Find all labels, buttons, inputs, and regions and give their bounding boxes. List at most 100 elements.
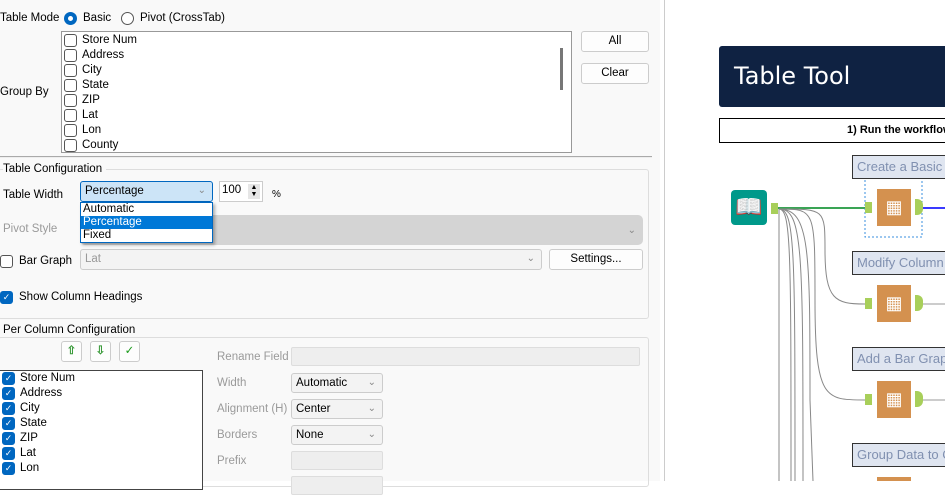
- prefix-input[interactable]: [291, 451, 383, 470]
- table-configuration-title: Table Configuration: [3, 163, 107, 175]
- group-by-label: Group By: [0, 86, 49, 98]
- field-checkbox[interactable]: [64, 94, 77, 107]
- field-checkbox[interactable]: [64, 64, 77, 77]
- field-label: Lon: [82, 124, 102, 136]
- option-fixed[interactable]: Fixed: [81, 229, 212, 242]
- field-checkbox[interactable]: ✓: [2, 462, 15, 475]
- group-by-field[interactable]: Store Num: [62, 33, 571, 48]
- column-field[interactable]: ✓ State: [0, 416, 202, 431]
- column-width-value: Automatic: [296, 377, 348, 389]
- clear-button[interactable]: Clear: [581, 63, 649, 84]
- table-width-value: Percentage: [85, 185, 144, 197]
- comment-modify-column[interactable]: Modify Column: [852, 251, 945, 275]
- chevron-down-icon: ⌄: [526, 253, 535, 264]
- bar-graph-field-select[interactable]: Lat ⌄: [80, 249, 542, 270]
- workflow-canvas[interactable]: Table Tool 1) Run the workflow Create a …: [664, 0, 945, 481]
- alignment-value: Center: [296, 403, 331, 415]
- borders-label: Borders: [217, 429, 258, 441]
- column-field[interactable]: ✓ City: [0, 401, 202, 416]
- column-field[interactable]: ✓ ZIP: [0, 431, 202, 446]
- field-checkbox[interactable]: [64, 49, 77, 62]
- output-anchor[interactable]: [771, 203, 778, 214]
- field-checkbox[interactable]: ✓: [2, 447, 15, 460]
- splitter[interactable]: [0, 156, 652, 158]
- output-anchor[interactable]: [915, 295, 923, 311]
- move-down-button[interactable]: ⇩: [90, 341, 111, 362]
- group-by-scrollbar[interactable]: [560, 48, 563, 90]
- comment-add-bar-graph[interactable]: Add a Bar Grap: [852, 347, 945, 371]
- spinner-arrows-icon[interactable]: ▲ ▼: [248, 184, 260, 199]
- comment-create-basic-table[interactable]: Create a Basic T: [852, 155, 945, 179]
- table-tool-icon[interactable]: ▦: [877, 189, 911, 226]
- percent-sign: %: [272, 189, 281, 200]
- settings-button[interactable]: Settings...: [549, 249, 643, 270]
- column-field[interactable]: ✓ Store Num: [0, 371, 202, 386]
- group-by-field[interactable]: City: [62, 63, 571, 78]
- table-width-select[interactable]: Percentage ⌄: [80, 181, 213, 202]
- check-all-button[interactable]: ✓: [119, 341, 140, 362]
- show-column-headings-label: Show Column Headings: [19, 291, 143, 303]
- rename-field-input[interactable]: [291, 347, 640, 366]
- field-checkbox[interactable]: ✓: [2, 417, 15, 430]
- comment-group-data[interactable]: Group Data to C: [852, 443, 945, 467]
- arrow-up-icon: ⇧: [66, 345, 77, 357]
- group-by-field[interactable]: Lat: [62, 108, 571, 123]
- input-anchor[interactable]: [865, 202, 872, 213]
- field-label: Lon: [20, 462, 40, 474]
- table-tool-icon[interactable]: ▦: [877, 477, 911, 481]
- field-checkbox[interactable]: [64, 139, 77, 152]
- field-label: Address: [20, 387, 63, 399]
- field-label: Lat: [20, 447, 36, 459]
- connection-line: [778, 208, 814, 481]
- configuration-panel: Table Mode Basic Pivot (CrossTab) Group …: [0, 0, 660, 495]
- group-by-list[interactable]: Store Num Address City State ZIP Lat Lon County: [61, 31, 572, 153]
- borders-value: None: [296, 429, 324, 441]
- borders-select[interactable]: None ⌄: [291, 425, 383, 445]
- show-column-headings-checkbox[interactable]: ✓: [0, 291, 13, 304]
- option-automatic[interactable]: Automatic: [81, 203, 212, 216]
- field-checkbox[interactable]: ✓: [2, 432, 15, 445]
- group-by-field[interactable]: Lon: [62, 123, 571, 138]
- column-field[interactable]: ✓ Address: [0, 386, 202, 401]
- input-anchor[interactable]: [865, 298, 872, 309]
- suffix-input[interactable]: [291, 476, 383, 495]
- all-button[interactable]: All: [581, 31, 649, 52]
- field-checkbox[interactable]: [64, 79, 77, 92]
- alignment-select[interactable]: Center ⌄: [291, 399, 383, 419]
- field-checkbox[interactable]: [64, 124, 77, 137]
- group-by-field[interactable]: County: [62, 138, 571, 152]
- group-by-field[interactable]: Address: [62, 48, 571, 63]
- field-checkbox[interactable]: ✓: [2, 387, 15, 400]
- field-checkbox[interactable]: ✓: [2, 402, 15, 415]
- bar-graph-checkbox[interactable]: [0, 255, 13, 268]
- table-mode-label: Table Mode: [0, 12, 60, 24]
- per-column-list[interactable]: ✓ Store Num ✓ Address ✓ City ✓ State ✓ ZIP ✓ Lat ✓ Lo…: [0, 370, 203, 490]
- connection-line: [778, 208, 792, 481]
- input-anchor[interactable]: [865, 394, 872, 405]
- field-checkbox[interactable]: ✓: [2, 372, 15, 385]
- field-checkbox[interactable]: [64, 109, 77, 122]
- per-column-title: Per Column Configuration: [3, 324, 140, 336]
- output-anchor[interactable]: [915, 391, 923, 407]
- column-width-select[interactable]: Automatic ⌄: [291, 373, 383, 393]
- column-field[interactable]: ✓ Lat: [0, 446, 202, 461]
- field-label: ZIP: [20, 432, 38, 444]
- input-data-tool-book-icon[interactable]: 📖: [731, 190, 767, 225]
- field-checkbox[interactable]: [64, 34, 77, 47]
- option-percentage[interactable]: Percentage: [81, 216, 212, 229]
- chevron-down-icon: ⌄: [367, 377, 376, 388]
- table-tool-icon[interactable]: ▦: [877, 285, 911, 322]
- table-tool-icon[interactable]: ▦: [877, 381, 911, 418]
- arrow-down-icon: ⇩: [95, 345, 106, 357]
- group-by-field[interactable]: State: [62, 78, 571, 93]
- column-field[interactable]: ✓ Lon: [0, 461, 202, 476]
- move-up-button[interactable]: ⇧: [61, 341, 82, 362]
- radio-basic[interactable]: [64, 12, 77, 25]
- radio-pivot[interactable]: [121, 12, 134, 25]
- group-by-field[interactable]: ZIP: [62, 93, 571, 108]
- field-label: City: [82, 64, 102, 76]
- pivot-style-label: Pivot Style: [3, 223, 58, 235]
- table-width-spinner[interactable]: 100 ▲ ▼: [219, 181, 263, 202]
- field-label: ZIP: [82, 94, 100, 106]
- output-anchor[interactable]: [915, 199, 923, 215]
